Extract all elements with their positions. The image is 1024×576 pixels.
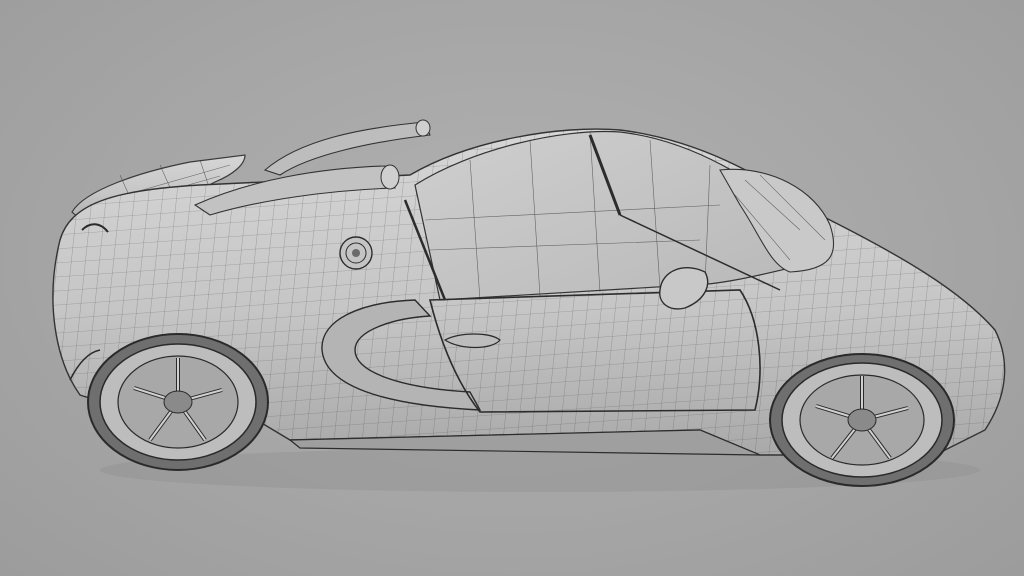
- fuel-cap: [339, 236, 373, 270]
- car-wireframe-render: [52, 119, 1006, 492]
- front-wheel: [769, 353, 955, 487]
- rear-wheel: [87, 333, 269, 471]
- render-viewport: [0, 0, 1024, 576]
